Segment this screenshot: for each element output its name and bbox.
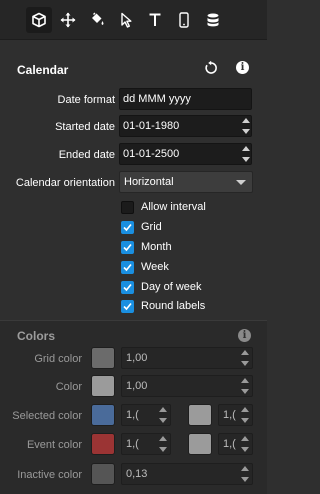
allow-interval-label: Allow interval — [141, 201, 206, 213]
grid-color-opacity-input[interactable] — [121, 347, 253, 369]
allow-interval-option[interactable]: Allow interval — [121, 199, 206, 215]
event-color-label: Event color — [26, 439, 82, 451]
text-icon[interactable] — [142, 7, 168, 33]
day-of-week-option[interactable]: Day of week — [121, 279, 202, 295]
started-date-input[interactable] — [119, 115, 252, 137]
grid-option[interactable]: Grid — [121, 219, 162, 235]
color-label: Color — [55, 381, 82, 393]
selected-color-secondary-swatch[interactable] — [188, 404, 212, 426]
week-label: Week — [141, 261, 169, 273]
allow-interval-checkbox[interactable] — [121, 200, 134, 214]
selected-color-swatch[interactable] — [91, 404, 115, 426]
inactive-color-label: Inactive color — [17, 469, 82, 481]
selected-color-label: Selected color — [12, 410, 82, 422]
paint-bucket-icon[interactable] — [84, 7, 110, 33]
month-option[interactable]: Month — [121, 239, 172, 255]
info-icon-glyph: i — [238, 329, 251, 342]
round-labels-label: Round labels — [141, 300, 206, 312]
round-labels-checkbox[interactable] — [121, 299, 134, 313]
database-icon[interactable] — [200, 7, 226, 33]
month-checkbox[interactable] — [121, 240, 134, 254]
ended-date-stepper[interactable] — [241, 144, 251, 164]
inactive-color-stepper[interactable] — [240, 464, 250, 484]
ended-date-input[interactable] — [119, 143, 252, 165]
week-checkbox[interactable] — [121, 260, 134, 274]
colors-section: Colors i Grid color Color Selected color… — [0, 320, 267, 494]
selected-color-secondary-stepper[interactable] — [240, 405, 250, 425]
event-color-swatch[interactable] — [91, 433, 115, 455]
info-icon[interactable]: i — [236, 61, 249, 74]
week-option[interactable]: Week — [121, 259, 169, 275]
color-opacity-input[interactable] — [121, 375, 253, 397]
grid-label: Grid — [141, 221, 162, 233]
color-swatch[interactable] — [91, 375, 115, 397]
date-format-input[interactable] — [119, 88, 252, 110]
event-color-secondary-stepper[interactable] — [240, 434, 250, 454]
checkmark-icon — [123, 263, 132, 271]
calendar-orientation-label: Calendar orientation — [15, 177, 115, 189]
event-color-secondary-swatch[interactable] — [188, 433, 212, 455]
started-date-label: Started date — [55, 121, 115, 133]
chevron-down-icon — [236, 180, 246, 185]
inactive-color-swatch[interactable] — [91, 463, 115, 485]
grid-color-swatch[interactable] — [91, 347, 115, 369]
day-of-week-checkbox[interactable] — [121, 280, 134, 294]
inactive-color-opacity-input[interactable] — [121, 463, 253, 485]
date-format-label: Date format — [57, 94, 115, 106]
checkmark-icon — [123, 223, 132, 231]
cube-icon[interactable] — [26, 7, 52, 33]
mobile-device-icon[interactable] — [171, 7, 197, 33]
pointer-icon[interactable] — [113, 7, 139, 33]
grid-checkbox[interactable] — [121, 220, 134, 234]
grid-color-label: Grid color — [34, 353, 82, 365]
event-color-stepper[interactable] — [158, 434, 168, 454]
info-icon-glyph: i — [236, 61, 249, 74]
round-labels-option[interactable]: Round labels — [121, 298, 205, 314]
move-icon[interactable] — [55, 7, 81, 33]
color-stepper[interactable] — [240, 376, 250, 396]
checkmark-icon — [123, 243, 132, 251]
grid-color-stepper[interactable] — [240, 348, 250, 368]
colors-section-title: Colors — [17, 329, 56, 343]
toolbar — [0, 0, 267, 40]
checkmark-icon — [123, 302, 132, 310]
ended-date-label: Ended date — [58, 149, 115, 161]
selected-color-stepper[interactable] — [158, 405, 168, 425]
day-of-week-label: Day of week — [141, 281, 202, 293]
calendar-section-title: Calendar — [17, 63, 69, 77]
started-date-stepper[interactable] — [241, 116, 251, 136]
info-icon[interactable]: i — [238, 329, 251, 342]
reset-icon[interactable] — [203, 60, 219, 76]
calendar-orientation-select[interactable]: Horizontal — [119, 171, 253, 193]
calendar-orientation-value: Horizontal — [124, 176, 174, 188]
month-label: Month — [141, 241, 172, 253]
checkmark-icon — [123, 283, 132, 291]
